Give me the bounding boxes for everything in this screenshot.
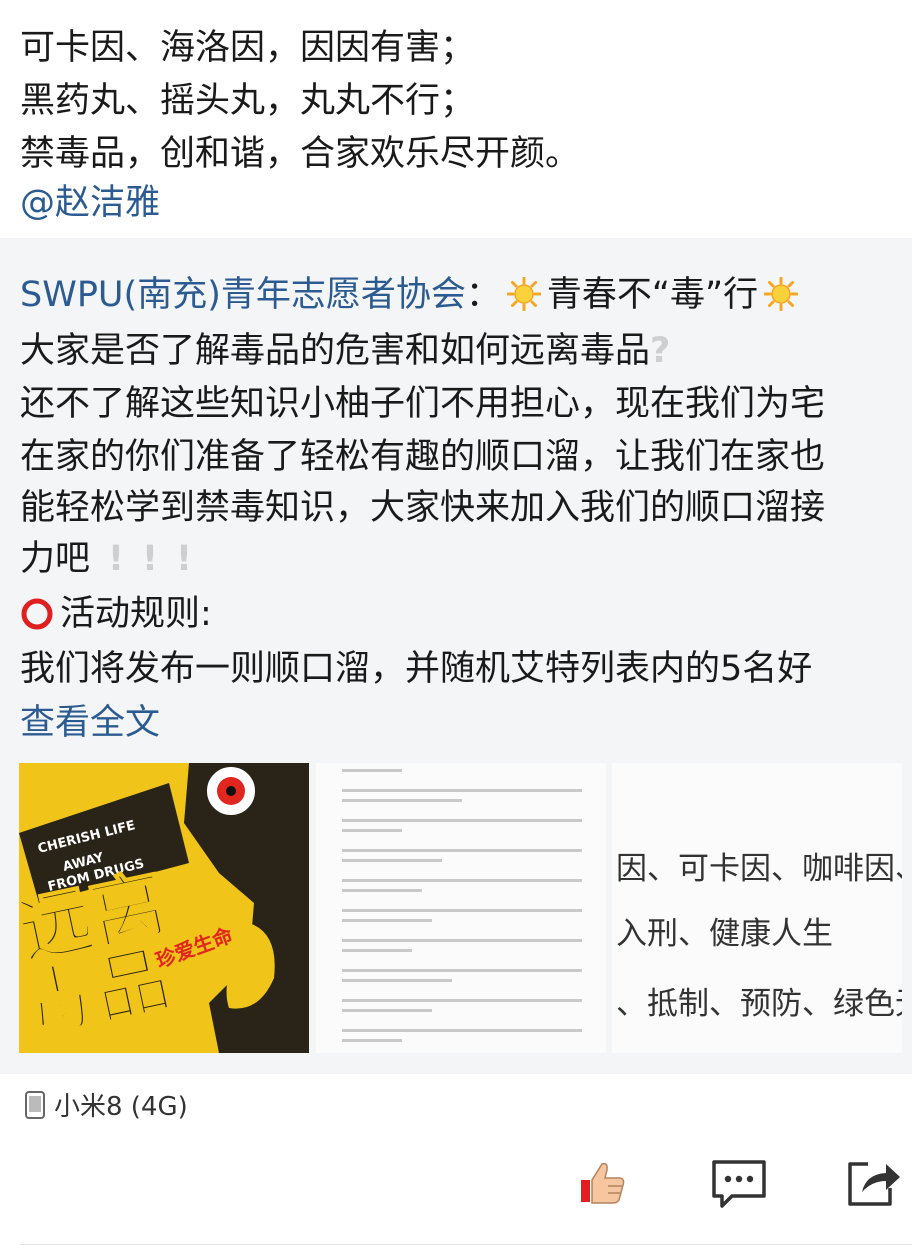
text-line bbox=[342, 819, 582, 822]
sun-icon bbox=[764, 277, 799, 311]
thumbs-up-icon[interactable] bbox=[578, 1158, 626, 1206]
text-line bbox=[342, 1039, 402, 1042]
poster-artwork: CHERISH LIFE AWAY FROM DRUGS 远离 毒品 珍爱生命 bbox=[19, 763, 309, 1053]
rules-label: 活动规则: bbox=[60, 594, 212, 634]
repost-line: 能轻松学到禁毒知识，大家快来加入我们的顺口溜接 bbox=[20, 488, 826, 528]
text-line bbox=[342, 999, 582, 1002]
exclamation-icon: ! bbox=[141, 539, 158, 579]
post-line: 黑药丸、摇头丸，丸丸不行； bbox=[20, 81, 476, 121]
text-line bbox=[342, 829, 402, 832]
crop-text: 入刑、健康人生 bbox=[616, 916, 833, 952]
rules-text: 我们将发布一则顺口溜，并随机艾特列表内的5名好 bbox=[20, 649, 813, 689]
repost-author-link[interactable]: SWPU(南充)青年志愿者协会 bbox=[20, 275, 466, 315]
text-line bbox=[342, 939, 582, 942]
body-last: 力吧 bbox=[20, 539, 91, 579]
crop-text: 、抵制、预防、绿色无 bbox=[616, 986, 902, 1022]
sun-icon bbox=[506, 277, 541, 311]
question-line: 大家是否了解毒品的危害和如何远离毒品 bbox=[20, 331, 651, 371]
text-line bbox=[342, 859, 442, 862]
colon: ： bbox=[465, 275, 501, 315]
red-circle-icon bbox=[21, 598, 53, 630]
exclamation-icon: ! bbox=[108, 539, 124, 579]
repost-line: 大家是否了解毒品的危害和如何远离毒品? bbox=[20, 325, 670, 377]
text-line bbox=[342, 979, 452, 982]
document-crop-image[interactable]: 因、可卡因、咖啡因、 入刑、健康人生 、抵制、预防、绿色无 bbox=[612, 763, 902, 1053]
read-more-link[interactable]: 查看全文 bbox=[20, 697, 160, 749]
text-line bbox=[342, 909, 582, 912]
device-info: 小米8 (4G) bbox=[24, 1086, 188, 1123]
text-line bbox=[342, 969, 582, 972]
question-mark-icon: ? bbox=[650, 331, 671, 371]
text-line bbox=[342, 889, 422, 892]
device-name: 小米8 (4G) bbox=[54, 1092, 188, 1122]
poster-image[interactable]: CHERISH LIFE AWAY FROM DRUGS 远离 毒品 珍爱生命 bbox=[19, 763, 309, 1053]
repost-title: 青春不“毒”行 bbox=[546, 275, 759, 315]
text-line bbox=[342, 1009, 432, 1012]
post-line: 禁毒品，创和谐，合家欢乐尽开颜。 bbox=[20, 134, 581, 174]
document-image[interactable] bbox=[316, 763, 606, 1053]
repost-line: 还不了解这些知识小柚子们不用担心，现在我们为宅 bbox=[20, 384, 826, 424]
mention-link[interactable]: @赵洁雅 bbox=[20, 177, 160, 229]
original-post: 可卡因、海洛因，因因有害； 黑药丸、摇头丸，丸丸不行； 禁毒品，创和谐，合家欢乐… bbox=[0, 0, 912, 238]
crop-text: 因、可卡因、咖啡因、 bbox=[616, 851, 902, 887]
text-line bbox=[342, 879, 582, 882]
text-line bbox=[342, 789, 582, 792]
text-line bbox=[342, 949, 412, 952]
text-line bbox=[342, 769, 402, 772]
text-line bbox=[342, 799, 462, 802]
text-line bbox=[342, 1029, 582, 1032]
phone-icon bbox=[25, 1090, 45, 1119]
repost-header: SWPU(南充)青年志愿者协会： 青春不“毒”行 bbox=[20, 269, 804, 321]
post-line: 可卡因、海洛因，因因有害； bbox=[20, 28, 476, 68]
share-icon[interactable] bbox=[846, 1158, 902, 1208]
repost-line: 力吧!!! bbox=[20, 533, 192, 585]
divider bbox=[20, 1244, 912, 1245]
comment-icon[interactable] bbox=[710, 1158, 768, 1210]
text-line bbox=[342, 919, 432, 922]
rules-line: 活动规则: bbox=[20, 588, 212, 640]
text-line bbox=[342, 849, 582, 852]
repost-line: 在家的你们准备了轻松有趣的顺口溜，让我们在家也 bbox=[20, 437, 826, 477]
exclamation-icon: ! bbox=[175, 539, 192, 579]
